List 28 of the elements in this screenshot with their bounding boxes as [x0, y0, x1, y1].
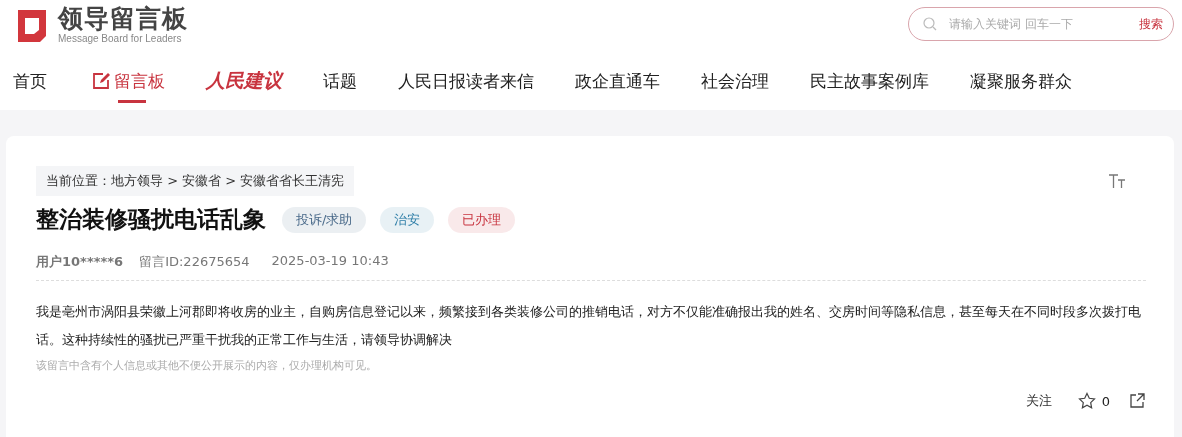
- font-size-icon[interactable]: [1108, 173, 1126, 189]
- share-icon[interactable]: [1128, 392, 1146, 410]
- post-time: 2025-03-19 10:43: [271, 253, 389, 270]
- follow-button[interactable]: 关注: [1019, 391, 1058, 411]
- nav-tab[interactable]: 凝聚服务群众: [970, 55, 1072, 103]
- category-tag: 投诉/求助: [282, 206, 367, 233]
- message-title: 整治装修骚扰电话乱象: [36, 205, 266, 234]
- nav-tab[interactable]: 人民日报读者来信: [398, 55, 534, 103]
- nav-tab[interactable]: 政企直通车: [575, 55, 660, 103]
- edit-icon: [91, 71, 111, 91]
- privacy-notice: 该留言中含有个人信息或其他不便公开展示的内容，仅办理机构可见。: [36, 358, 378, 373]
- search-icon: [923, 17, 937, 31]
- search-button[interactable]: 搜索: [1139, 15, 1163, 33]
- user-name: 用户10*****6: [36, 253, 124, 271]
- category-tag: 已办理: [448, 206, 516, 233]
- message-id: 留言ID:22675654: [139, 253, 250, 271]
- nav-tab[interactable]: 民主故事案例库: [810, 55, 929, 103]
- star-icon[interactable]: [1077, 392, 1096, 410]
- breadcrumb: 当前位置：地方领导 > 安徽省 > 安徽省省长王清宪: [36, 166, 355, 196]
- nav-tab[interactable]: 首页: [13, 55, 47, 103]
- like-count: 0: [1101, 393, 1110, 409]
- nav-tab[interactable]: 人民建议: [206, 55, 282, 103]
- site-title: 领导留言板: [58, 5, 188, 33]
- site-subtitle: Message Board for Leaders: [58, 33, 183, 45]
- nav-tab[interactable]: 话题: [323, 55, 357, 103]
- nav-tab[interactable]: 社会治理: [701, 55, 769, 103]
- category-tag: 治安: [380, 206, 435, 233]
- message-body: 我是亳州市涡阳县荣徽上河郡即将收房的业主，自购房信息登记以来，频繁接到各类装修公司的推销电话，对方不仅能准确报出我的姓名、交房时间等隐私信息，甚至每天在不同时段多次拨打电话。这种持续性的骚扰已严重干扰我的正常工作与生活，请领导协调解决: [36, 303, 1142, 349]
